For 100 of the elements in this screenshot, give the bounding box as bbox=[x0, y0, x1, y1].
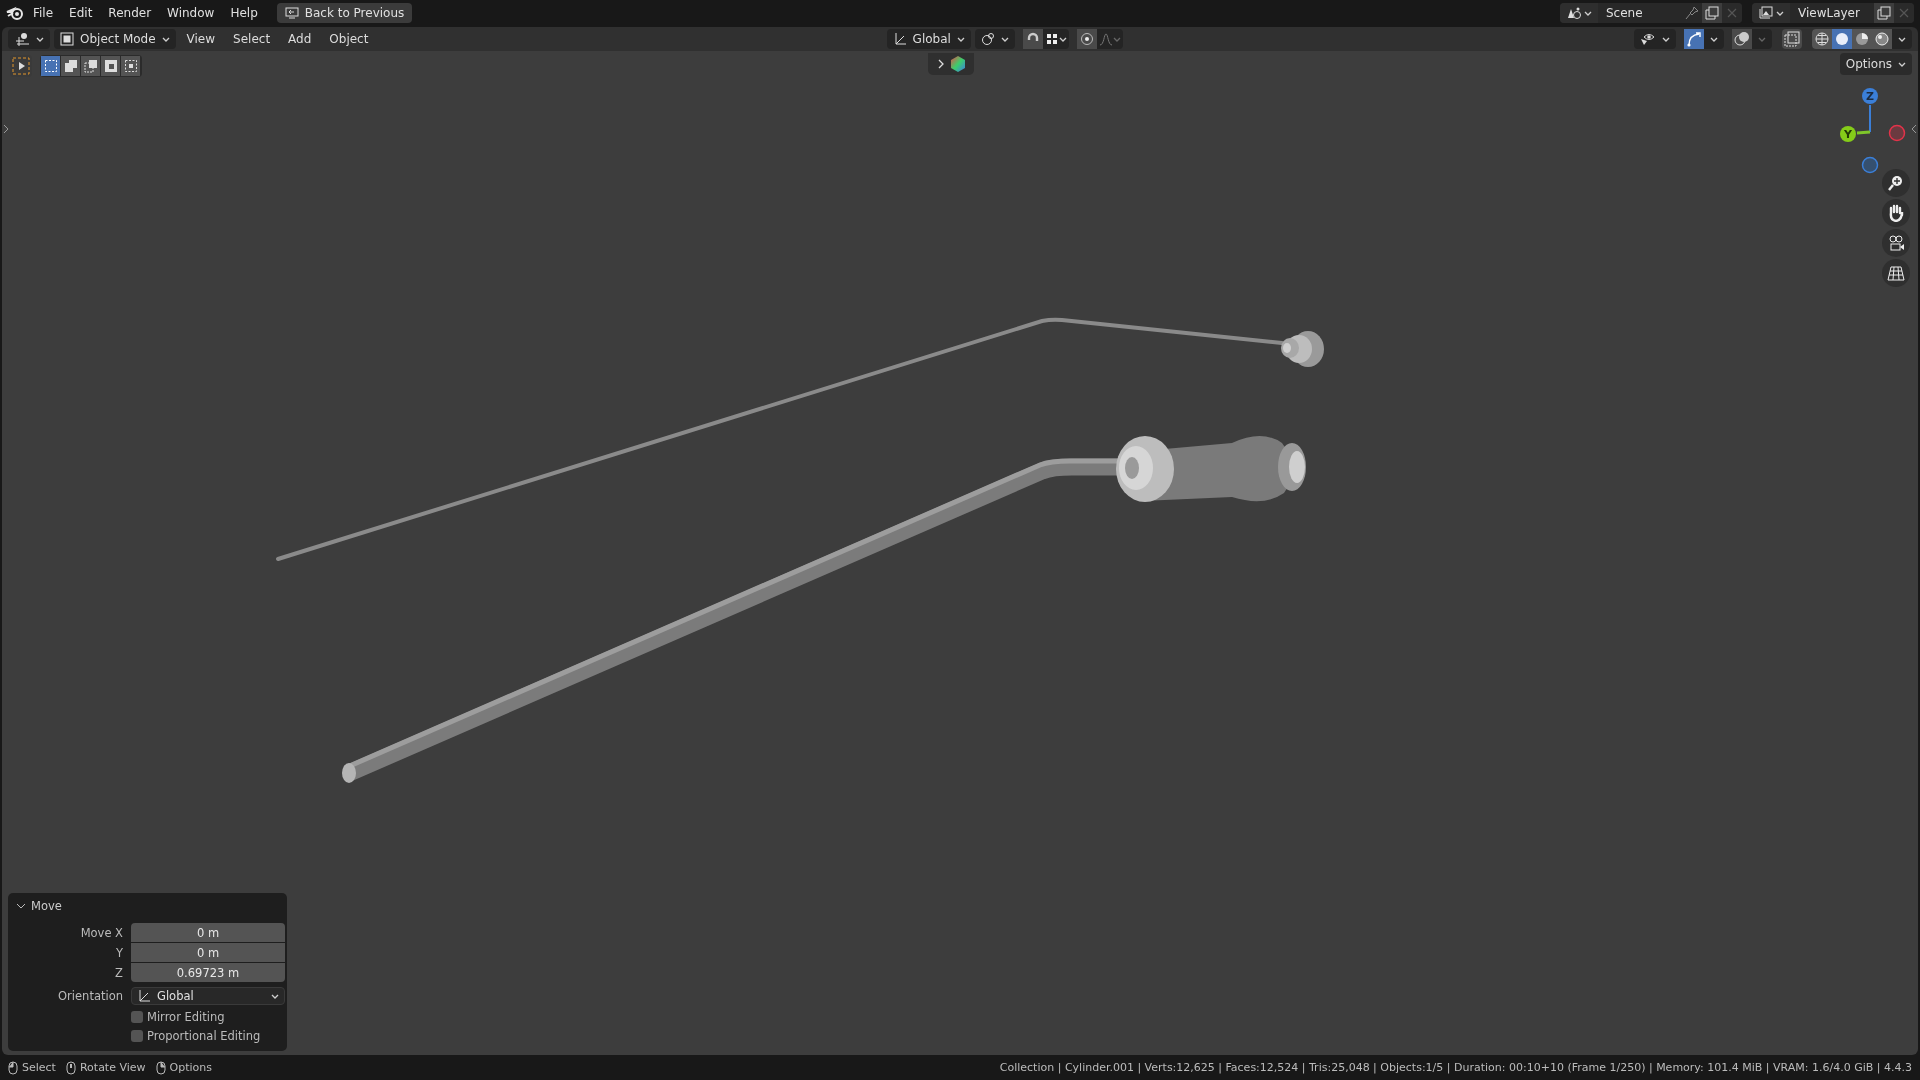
mode-dropdown[interactable]: Object Mode bbox=[54, 29, 176, 49]
overlays-button[interactable] bbox=[1732, 29, 1752, 49]
menu-item[interactable]: Edit bbox=[62, 3, 100, 23]
caret-icon bbox=[36, 35, 44, 43]
pivot-point-button[interactable] bbox=[974, 29, 1015, 49]
checkbox[interactable] bbox=[131, 1011, 143, 1023]
select-box-tool[interactable] bbox=[10, 55, 32, 77]
axes-icon bbox=[892, 32, 907, 46]
caret-icon bbox=[1058, 35, 1067, 43]
field-label: Z bbox=[114, 966, 123, 980]
overlays-icon bbox=[1734, 31, 1750, 47]
caret-icon bbox=[1898, 60, 1906, 68]
close-icon bbox=[1899, 8, 1909, 18]
shading-button[interactable] bbox=[1852, 29, 1872, 49]
hexagon-icon bbox=[951, 56, 965, 72]
caret-icon bbox=[1000, 35, 1009, 43]
copy-icon bbox=[1877, 6, 1891, 20]
axis-lines bbox=[1856, 104, 1871, 135]
menu-item[interactable]: Render bbox=[101, 3, 159, 23]
shortcut-hint: Select bbox=[22, 1061, 56, 1074]
zoom-button[interactable] bbox=[1882, 169, 1910, 197]
field-label: Move X bbox=[79, 926, 123, 940]
caret-icon bbox=[1662, 35, 1670, 43]
asset-shelf-toggle[interactable] bbox=[928, 53, 974, 75]
orientation-dropdown[interactable]: Global bbox=[886, 29, 971, 49]
solid-sphere-icon bbox=[1835, 32, 1849, 46]
menu-item[interactable]: Add bbox=[281, 29, 319, 49]
back-to-previous-button[interactable]: Back to Previous bbox=[276, 3, 413, 23]
selection-mode-button[interactable] bbox=[61, 56, 80, 76]
eye-pointer-icon bbox=[1640, 32, 1656, 46]
menu-item[interactable]: Object bbox=[322, 29, 376, 49]
duplicate-button[interactable] bbox=[1874, 3, 1894, 23]
falloff-curve-icon bbox=[1098, 32, 1113, 46]
camera-view-button[interactable] bbox=[1882, 229, 1910, 257]
scene-statistics: Collection | Cylinder.001 | Verts:12,625 | Faces:12,524 | Tris:25,048 | Objects:1/5 | Duration: 00:10+10 (Frame 1/250) | Memory: 101.4 MiB | VRAM: 1.6/4.0 GiB | 4.4.3 bbox=[999, 1061, 1912, 1074]
shortcut-hint: Options bbox=[169, 1061, 212, 1074]
orientation-dropdown[interactable]: Global bbox=[131, 987, 285, 1005]
pivot-icon bbox=[980, 32, 995, 46]
rendered-sphere-icon bbox=[1875, 32, 1889, 46]
caret-icon bbox=[161, 35, 170, 43]
number-field[interactable]: 0.69723 m bbox=[131, 963, 285, 982]
selection-mode-button[interactable] bbox=[121, 56, 140, 76]
caret-icon bbox=[1112, 35, 1121, 43]
target-icon bbox=[1079, 32, 1094, 46]
xray-icon bbox=[1784, 31, 1800, 47]
pan-button[interactable] bbox=[1882, 199, 1910, 227]
mouse-icon bbox=[8, 1060, 18, 1075]
menu-item[interactable]: View bbox=[179, 29, 223, 49]
extend-selection-icon bbox=[63, 59, 78, 73]
menu-item[interactable]: File bbox=[26, 3, 61, 23]
material-sphere-icon bbox=[1855, 32, 1869, 46]
shading-button[interactable] bbox=[1832, 29, 1852, 49]
new-selection-icon bbox=[43, 59, 58, 73]
z-axis-handle[interactable]: Z bbox=[1862, 88, 1878, 104]
y-axis-handle[interactable]: Y bbox=[1840, 126, 1856, 142]
number-field[interactable]: 0 m bbox=[131, 923, 285, 942]
field-label: Orientation bbox=[57, 989, 123, 1003]
grid-dots-icon bbox=[1044, 32, 1059, 46]
caret-icon bbox=[271, 992, 279, 1000]
perspective-toggle[interactable] bbox=[1882, 259, 1910, 287]
wireframe-sphere-icon bbox=[1815, 32, 1829, 46]
caret-icon bbox=[1710, 35, 1718, 43]
scene-icon bbox=[1566, 6, 1582, 20]
blender-logo-icon[interactable] bbox=[6, 5, 24, 21]
gizmo-toggle[interactable] bbox=[1684, 29, 1704, 49]
menu-item[interactable]: Help bbox=[223, 3, 265, 23]
editor-type-button[interactable] bbox=[8, 29, 50, 49]
shading-button[interactable] bbox=[1872, 29, 1892, 49]
menu-item[interactable]: Select bbox=[226, 29, 278, 49]
checkbox-label: Proportional Editing bbox=[147, 1029, 261, 1043]
xray-toggle[interactable] bbox=[1782, 29, 1802, 49]
mouse-icon bbox=[155, 1060, 166, 1075]
duplicate-button[interactable] bbox=[1702, 3, 1722, 23]
menu-item[interactable]: Window bbox=[160, 3, 222, 23]
viewport-axes-icon bbox=[14, 31, 30, 47]
scene-button[interactable] bbox=[1560, 3, 1598, 23]
number-field[interactable]: 0 m bbox=[131, 943, 285, 962]
gizmo-arc-icon bbox=[1686, 31, 1702, 47]
selection-mode-button[interactable] bbox=[41, 56, 60, 76]
mouse-icon bbox=[65, 1060, 76, 1075]
hand-icon bbox=[1887, 204, 1905, 222]
caret-icon bbox=[1776, 9, 1784, 17]
x-axis-handle[interactable] bbox=[1888, 124, 1906, 142]
selection-mode-button[interactable] bbox=[81, 56, 100, 76]
shading-button[interactable] bbox=[1812, 29, 1832, 49]
image-stack-button[interactable] bbox=[1752, 3, 1790, 23]
camera-icon bbox=[1887, 234, 1905, 252]
grid-icon bbox=[1887, 264, 1905, 282]
snap-toggle[interactable] bbox=[1022, 29, 1043, 49]
caret-icon bbox=[956, 35, 965, 43]
checkbox[interactable] bbox=[131, 1030, 143, 1042]
options-dropdown[interactable]: Options bbox=[1839, 53, 1912, 75]
proportional-editing-toggle[interactable] bbox=[1076, 29, 1097, 49]
selection-mode-button[interactable] bbox=[101, 56, 120, 76]
negative-z-handle[interactable] bbox=[1861, 156, 1879, 174]
visibility-button[interactable] bbox=[1634, 29, 1676, 49]
field-label: Y bbox=[114, 946, 123, 960]
monitor-icon bbox=[284, 7, 299, 19]
magnifier-icon bbox=[1887, 174, 1905, 192]
panel-header[interactable]: Move bbox=[8, 897, 70, 923]
